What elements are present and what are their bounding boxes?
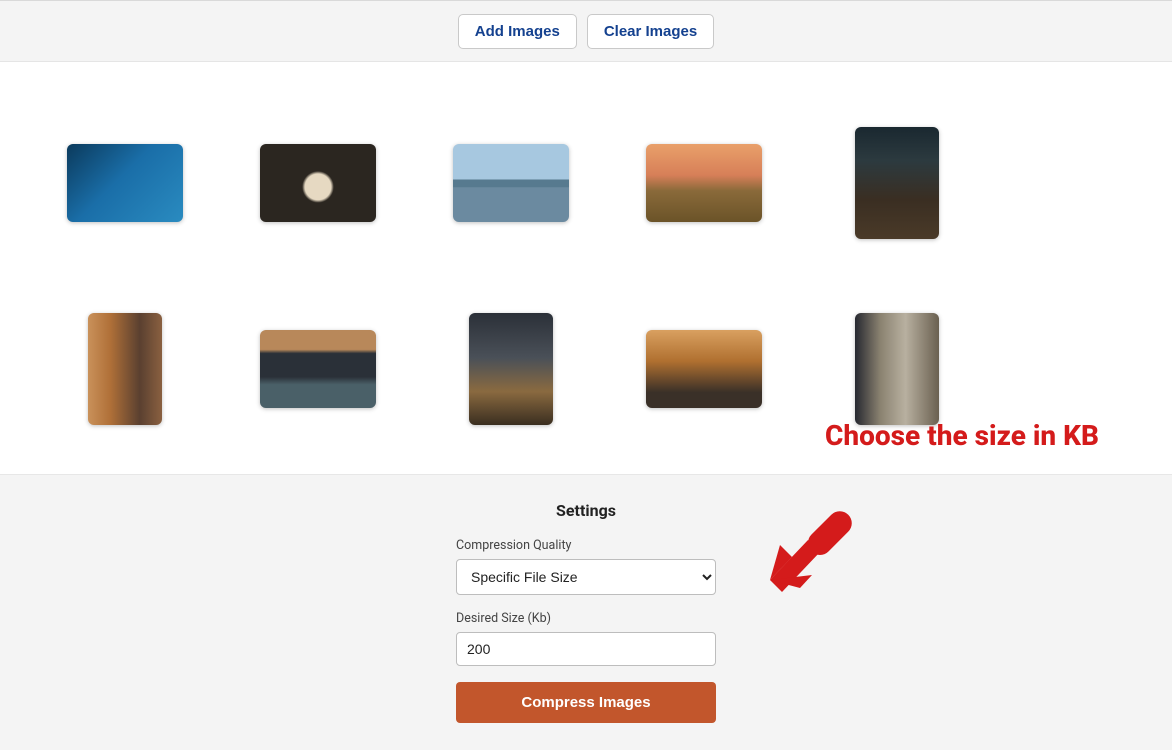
- thumb-column[interactable]: [855, 313, 939, 425]
- toolbar: Add Images Clear Images: [0, 0, 1172, 62]
- thumb-arch[interactable]: [260, 330, 376, 408]
- thumbnail-cell: [607, 90, 800, 276]
- desired-size-label: Desired Size (Kb): [456, 611, 716, 626]
- thumb-diver[interactable]: [67, 144, 183, 222]
- thumbnail-cell: [800, 90, 993, 276]
- compress-images-button[interactable]: Compress Images: [456, 682, 716, 723]
- thumb-lake[interactable]: [453, 144, 569, 222]
- thumbnail-cell: [800, 276, 993, 462]
- thumb-tent[interactable]: [260, 144, 376, 222]
- compression-quality-select[interactable]: Specific File Size: [456, 559, 716, 595]
- image-gallery: [0, 62, 1172, 474]
- thumb-city[interactable]: [646, 330, 762, 408]
- clear-images-button[interactable]: Clear Images: [587, 14, 714, 49]
- settings-title: Settings: [456, 501, 716, 520]
- thumbnail-cell: [28, 276, 221, 462]
- thumb-street[interactable]: [469, 313, 553, 425]
- thumb-path[interactable]: [855, 127, 939, 239]
- thumbnail-cell: [28, 90, 221, 276]
- add-images-button[interactable]: Add Images: [458, 14, 577, 49]
- thumbnail-cell: [414, 276, 607, 462]
- thumbnail-cell: [607, 276, 800, 462]
- thumbnail-cell: [221, 276, 414, 462]
- thumbnail-cell: [221, 90, 414, 276]
- compression-quality-label: Compression Quality: [456, 538, 716, 553]
- thumb-alley[interactable]: [88, 313, 162, 425]
- thumb-field[interactable]: [646, 144, 762, 222]
- settings-panel: Settings Compression Quality Specific Fi…: [0, 474, 1172, 750]
- desired-size-input[interactable]: [456, 632, 716, 666]
- thumbnail-cell: [414, 90, 607, 276]
